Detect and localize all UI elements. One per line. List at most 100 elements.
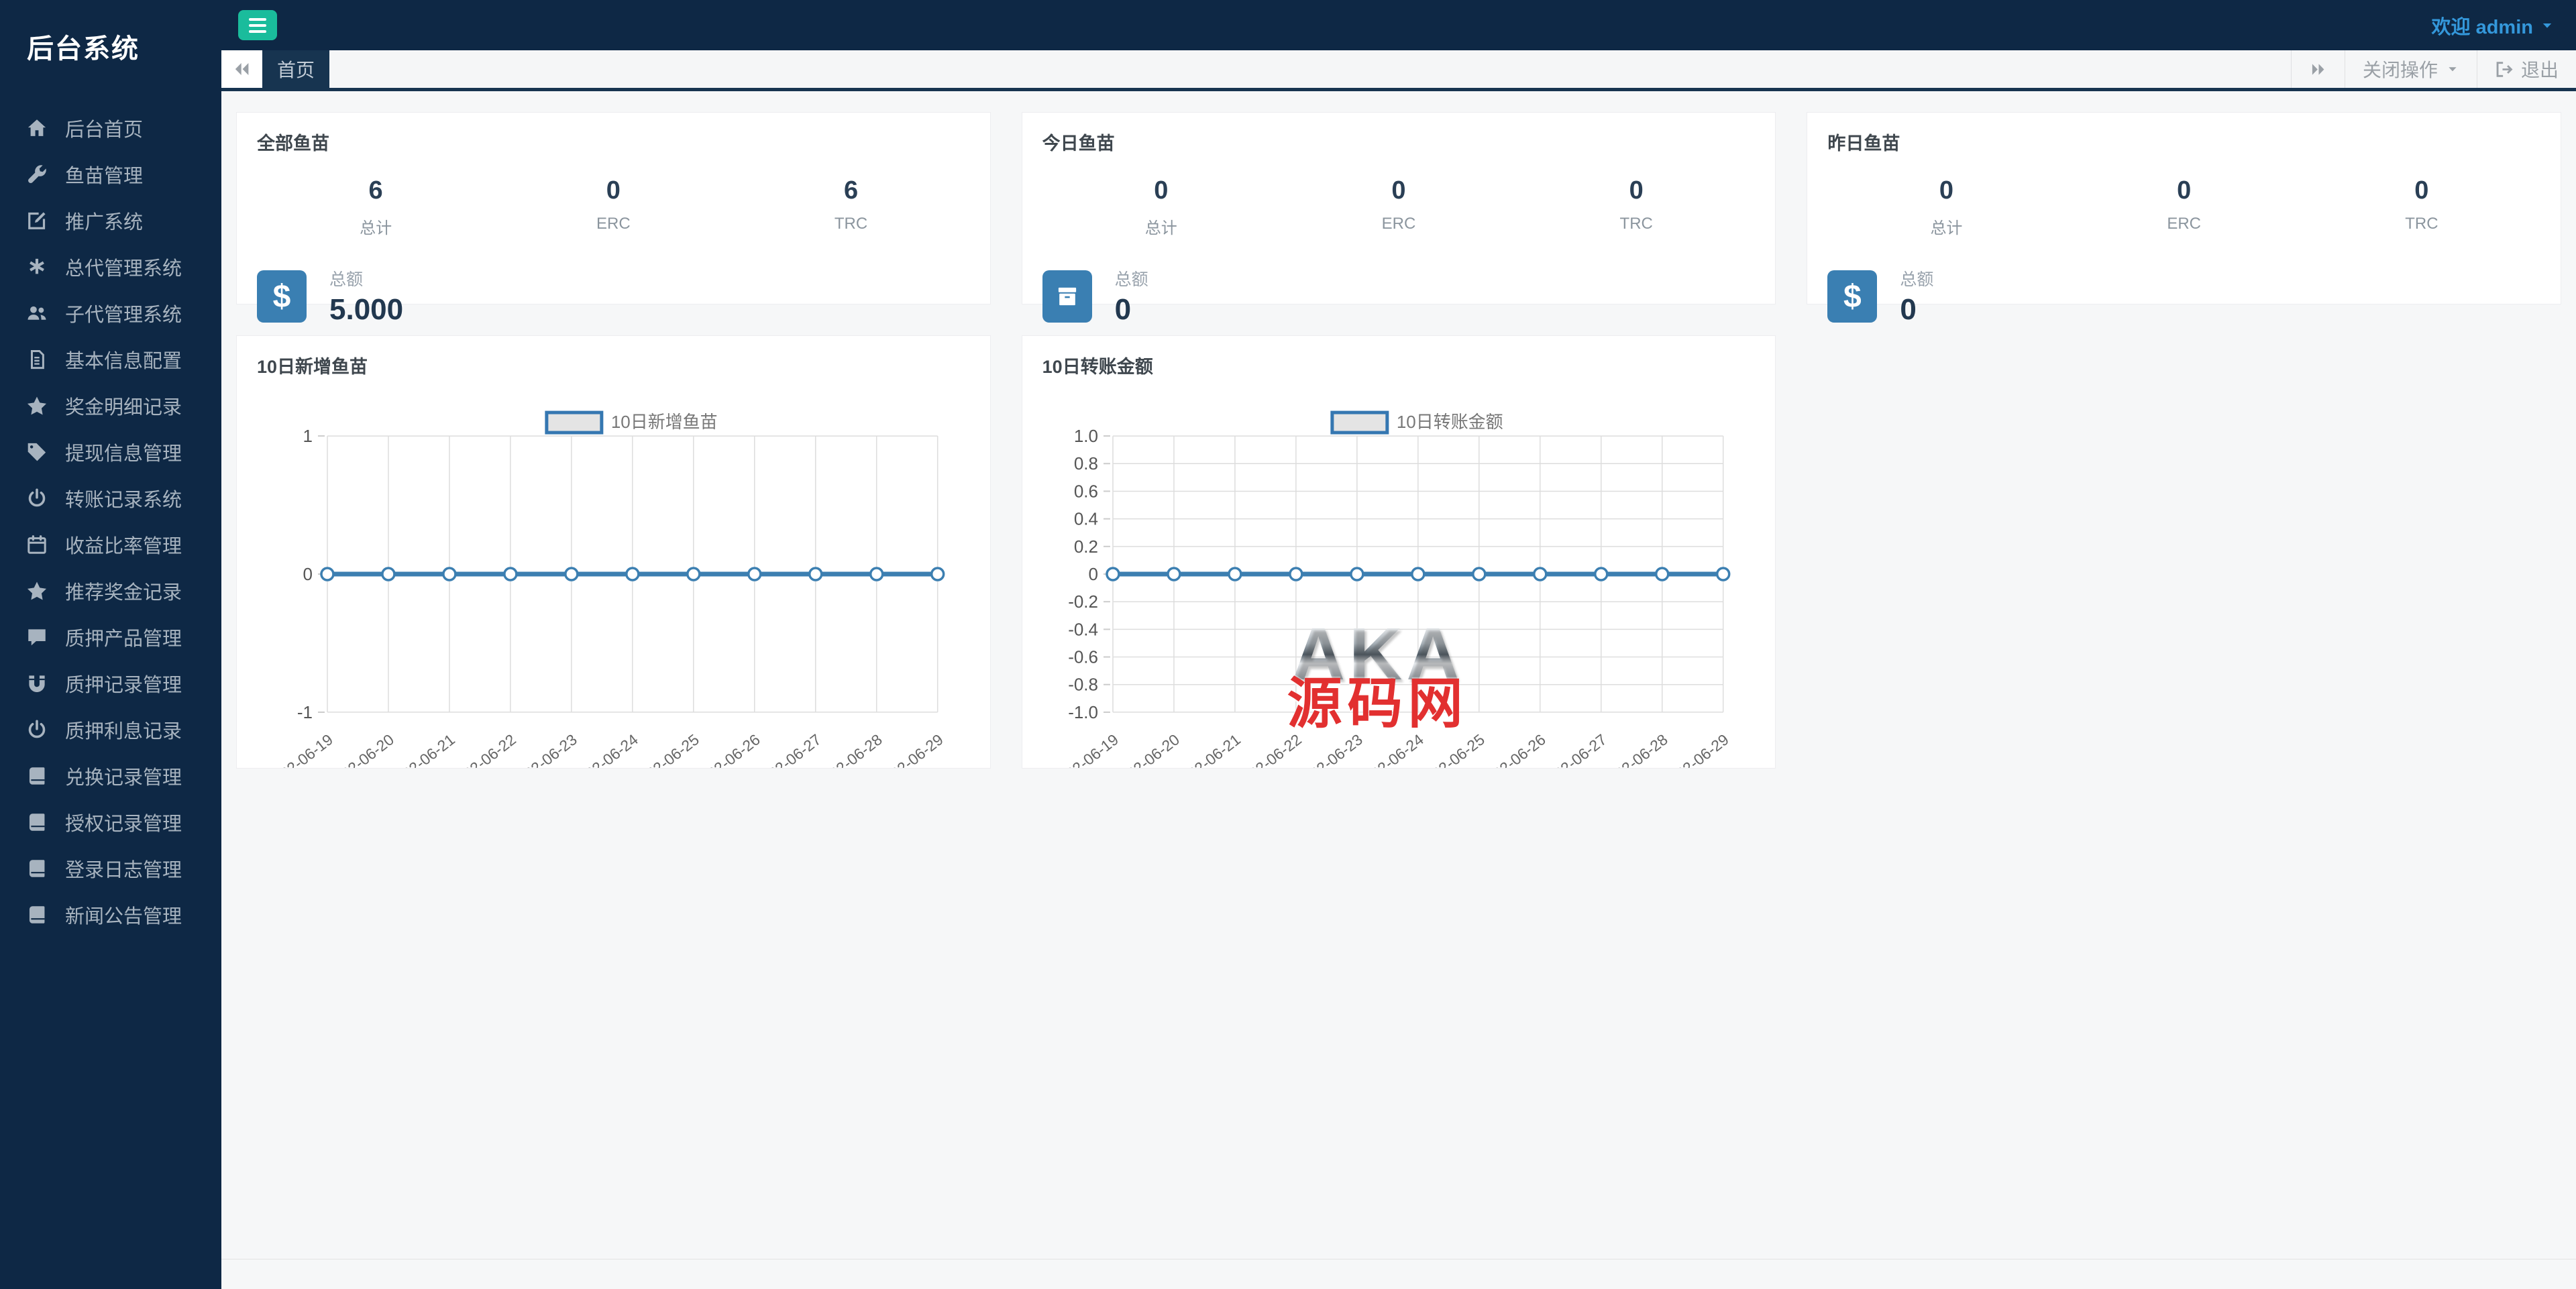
y-tick-label: 0.2	[1074, 537, 1098, 557]
legend-swatch[interactable]	[547, 412, 602, 433]
x-tick-label: 2022-06-29	[1659, 730, 1732, 768]
legend-label[interactable]: 10日转账金额	[1396, 412, 1503, 432]
angles-right-icon	[2309, 60, 2327, 78]
data-point	[443, 568, 455, 580]
y-tick-label: 0	[1088, 564, 1097, 584]
x-tick-label: 2022-06-20	[1110, 730, 1183, 768]
comment-icon	[27, 627, 47, 647]
x-tick-label: 2022-06-26	[690, 730, 763, 768]
sidebar-item-17[interactable]: 新闻公告管理	[0, 891, 221, 938]
legend-label[interactable]: 10日新增鱼苗	[611, 412, 718, 432]
y-tick-label: 0.4	[1074, 509, 1098, 529]
tabs-scroll-right-button[interactable]	[2291, 50, 2345, 88]
total-value: 5.000	[329, 293, 403, 327]
sidebar-menu: 后台首页鱼苗管理推广系统总代管理系统子代管理系统基本信息配置奖金明细记录提现信息…	[0, 105, 221, 938]
x-tick-label: 2022-06-22	[446, 730, 519, 768]
tab-label: 首页	[277, 56, 315, 82]
total-label: 总额	[329, 266, 403, 290]
sidebar-item-13[interactable]: 质押利息记录	[0, 706, 221, 752]
star-icon	[27, 396, 47, 416]
sidebar-item-7[interactable]: 提现信息管理	[0, 429, 221, 475]
total-value: 0	[1900, 293, 1933, 327]
stat-label: ERC	[494, 215, 732, 233]
x-tick-label: 2022-06-21	[385, 730, 458, 768]
user-menu[interactable]: 欢迎 admin	[2432, 11, 2555, 40]
y-tick-label: -0.2	[1068, 592, 1098, 612]
sidebar-item-4[interactable]: 子代管理系统	[0, 290, 221, 336]
sidebar-item-3[interactable]: 总代管理系统	[0, 243, 221, 290]
sidebar-item-label: 提现信息管理	[65, 438, 182, 466]
y-tick-label: 1	[303, 426, 313, 446]
edit-icon	[27, 211, 47, 231]
tabs-scroll-left-button[interactable]	[221, 50, 262, 88]
data-point	[1717, 568, 1729, 580]
close-operations-dropdown[interactable]: 关闭操作	[2345, 50, 2477, 88]
sidebar-item-0[interactable]: 后台首页	[0, 105, 221, 151]
sidebar-item-label: 质押利息记录	[65, 716, 182, 744]
sidebar-item-2[interactable]: 推广系统	[0, 197, 221, 243]
data-point	[504, 568, 517, 580]
sidebar-item-16[interactable]: 登录日志管理	[0, 845, 221, 891]
card-title: 全部鱼苗	[257, 129, 970, 155]
book-icon	[27, 905, 47, 925]
y-tick-label: -0.8	[1068, 675, 1098, 695]
book-icon	[27, 766, 47, 786]
x-tick-label: 2022-06-21	[1171, 730, 1244, 768]
sidebar-item-14[interactable]: 兑换记录管理	[0, 752, 221, 799]
logout-button[interactable]: 退出	[2477, 50, 2576, 88]
wrench-icon	[27, 164, 47, 184]
line-chart-new-fry: 10-12022-06-192022-06-202022-06-212022-0…	[257, 382, 970, 771]
data-point	[1411, 568, 1424, 580]
sidebar-item-10[interactable]: 推荐奖金记录	[0, 567, 221, 614]
sidebar-item-9[interactable]: 收益比率管理	[0, 521, 221, 567]
x-tick-label: 2022-06-24	[1354, 730, 1427, 768]
sidebar-item-label: 推广系统	[65, 207, 143, 235]
sidebar-item-label: 推荐奖金记录	[65, 577, 182, 605]
stat-label: TRC	[732, 215, 969, 233]
caret-down-icon	[2446, 62, 2459, 76]
sidebar-item-15[interactable]: 授权记录管理	[0, 799, 221, 845]
sidebar-item-label: 奖金明细记录	[65, 392, 182, 420]
x-tick-label: 2022-06-28	[1598, 730, 1671, 768]
chart-card-transfer-amount: 10日转账金额 1.00.80.60.40.20-0.2-0.4-0.6-0.8…	[1022, 335, 1776, 769]
data-point	[1656, 568, 1668, 580]
users-icon	[27, 303, 47, 323]
sidebar-item-11[interactable]: 质押产品管理	[0, 614, 221, 660]
sidebar-item-1[interactable]: 鱼苗管理	[0, 151, 221, 197]
sidebar-item-label: 转账记录系统	[65, 484, 182, 512]
data-point	[1229, 568, 1241, 580]
menu-toggle-button[interactable]	[238, 10, 277, 40]
sidebar-item-5[interactable]: 基本信息配置	[0, 336, 221, 382]
sidebar-item-6[interactable]: 奖金明细记录	[0, 382, 221, 429]
tab-home[interactable]: 首页	[262, 50, 329, 88]
line-chart: 1.00.80.60.40.20-0.2-0.4-0.6-0.8-1.02022…	[1042, 382, 1756, 768]
line-chart-transfer-amount: 1.00.80.60.40.20-0.2-0.4-0.6-0.8-1.02022…	[1042, 382, 1756, 771]
data-point	[1107, 568, 1119, 580]
card-today-fry: 今日鱼苗 0总计 0ERC 0TRC 总额 0	[1022, 112, 1776, 304]
data-point	[1290, 568, 1302, 580]
data-point	[382, 568, 394, 580]
data-point	[932, 568, 944, 580]
stat-label: ERC	[2065, 215, 2303, 233]
asterisk-icon	[27, 257, 47, 277]
sidebar-item-12[interactable]: 质押记录管理	[0, 660, 221, 706]
calendar-icon	[27, 535, 47, 555]
sidebar-item-label: 登录日志管理	[65, 854, 182, 883]
sidebar-item-8[interactable]: 转账记录系统	[0, 475, 221, 521]
legend-swatch[interactable]	[1332, 412, 1387, 433]
file-icon	[27, 349, 47, 370]
sidebar-item-label: 鱼苗管理	[65, 160, 143, 188]
dollar-icon: $	[1827, 270, 1877, 323]
y-tick-label: -1.0	[1068, 702, 1098, 722]
data-point	[810, 568, 822, 580]
x-tick-label: 2022-06-24	[568, 730, 641, 768]
charts-row: 10日新增鱼苗 10-12022-06-192022-06-202022-06-…	[236, 335, 2561, 769]
stat-label: TRC	[2303, 215, 2540, 233]
x-tick-label: 2022-06-29	[873, 730, 947, 768]
y-tick-label: 0	[303, 564, 313, 584]
stat-label: TRC	[1517, 215, 1755, 233]
data-point	[627, 568, 639, 580]
angles-left-icon	[232, 59, 252, 79]
stat-value: 6	[732, 176, 969, 205]
stat-value: 6	[257, 176, 494, 205]
